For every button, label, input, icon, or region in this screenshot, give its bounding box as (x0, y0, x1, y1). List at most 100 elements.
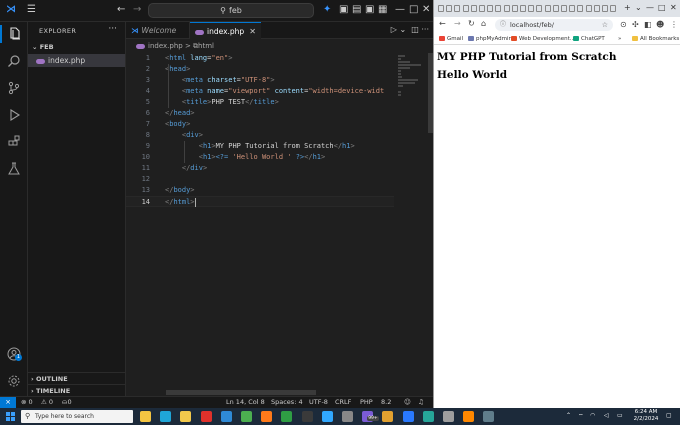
folder-feb[interactable]: ⌄ FEB (32, 43, 54, 51)
status-feedback-icon[interactable]: ☺ (404, 397, 411, 408)
taskbar-app-opera-icon[interactable] (200, 411, 212, 422)
taskbar-app-app-gold-icon[interactable] (382, 411, 394, 422)
toggle-sidebar-icon[interactable]: ▣ (339, 4, 348, 16)
tray-overflow-icon[interactable]: ⌃ (566, 412, 571, 419)
maximize-icon[interactable]: □ (658, 3, 666, 12)
start-button[interactable] (6, 412, 15, 421)
minimap[interactable] (394, 53, 430, 396)
browser-tab[interactable] (446, 5, 453, 12)
remote-indicator[interactable]: ⨯ (0, 397, 16, 408)
more-actions-icon[interactable]: ··· (421, 25, 429, 34)
close-icon[interactable]: ✕ (422, 4, 430, 16)
code-line[interactable]: 2<head> (126, 64, 394, 75)
battery-icon[interactable]: ▭ (617, 412, 623, 419)
breadcrumb[interactable]: index.php > ⧉html (136, 41, 214, 51)
code-line[interactable]: 6 </head> (126, 108, 394, 119)
close-icon[interactable]: ✕ (670, 3, 677, 12)
status-errors[interactable]: ⊗ 0 (21, 397, 33, 408)
status-cursor-position[interactable]: Ln 14, Col 8 (226, 397, 265, 408)
browser-tab[interactable] (569, 5, 576, 12)
taskbar-app-app-blue-icon[interactable] (402, 411, 414, 422)
taskbar-app-app-green-icon[interactable] (281, 411, 293, 422)
extensions-puzzle-icon[interactable]: ✣ (632, 20, 639, 29)
minimize-icon[interactable]: — (646, 3, 654, 12)
run-icon[interactable]: ▷ (391, 25, 397, 34)
status-warnings[interactable]: ⚠ 0 (41, 397, 53, 408)
profile-icon[interactable]: ☻ (656, 20, 664, 29)
browser-tab[interactable] (536, 5, 543, 12)
address-bar[interactable]: ⓘ localhost/feb/ ☆ (495, 19, 613, 31)
status-ports[interactable]: ⛀0 (62, 397, 72, 408)
browser-tab[interactable] (602, 5, 608, 12)
bookmark-gmail[interactable]: Gmail (439, 34, 463, 45)
horizontal-scrollbar[interactable] (166, 390, 316, 395)
browser-tab[interactable] (462, 5, 469, 12)
taskbar-app-settings-icon[interactable] (443, 411, 454, 422)
taskbar-app-photoshop-icon[interactable] (321, 411, 333, 422)
code-line[interactable]: 14 </html> (126, 196, 394, 207)
code-line[interactable]: 13 </body> (126, 185, 394, 196)
code-line[interactable]: 12 (126, 174, 394, 185)
browser-tab[interactable] (544, 5, 551, 12)
maximize-icon[interactable]: □ (409, 4, 418, 16)
status-language[interactable]: PHP (360, 397, 373, 408)
browser-tab[interactable] (495, 5, 502, 12)
tab-welcome[interactable]: ⋊ Welcome (126, 22, 190, 39)
taskbar-app-app-dark-icon[interactable] (301, 411, 313, 422)
site-info-icon[interactable]: ⓘ (500, 19, 506, 31)
side-panel-icon[interactable]: ◧ (644, 20, 652, 29)
taskbar-app-file-explorer-icon[interactable] (180, 411, 192, 422)
status-encoding[interactable]: UTF-8 (309, 397, 328, 408)
more-actions-icon[interactable]: ··· (108, 24, 117, 34)
new-tab-icon[interactable]: + (624, 3, 631, 12)
breadcrumb-file[interactable]: index.php (148, 42, 183, 50)
code-line[interactable]: 7 <body> (126, 119, 394, 130)
copilot-icon[interactable]: ✦ (323, 4, 331, 16)
browser-tab[interactable] (561, 5, 567, 12)
tab-index-php[interactable]: index.php ✕ (190, 22, 261, 39)
bookmark-phpmyadmin[interactable]: phpMyAdmin (468, 34, 512, 45)
code-line[interactable]: 4 <meta name="viewport" content="width=d… (126, 86, 394, 97)
back-button[interactable]: ← (117, 4, 125, 16)
browser-tab[interactable] (487, 5, 494, 12)
code-editor[interactable]: 1 <html lang="en">2<head>3 <meta charset=… (126, 53, 396, 233)
source-control-icon[interactable] (5, 79, 23, 97)
status-php-version[interactable]: 8.2 (381, 397, 391, 408)
taskbar-app-chrome-icon[interactable] (241, 411, 252, 422)
browser-tab[interactable] (593, 5, 600, 12)
forward-button[interactable]: → (454, 19, 461, 28)
notifications-icon[interactable]: ▢ (666, 412, 672, 419)
browser-tab[interactable] (503, 5, 510, 12)
bookmarks-overflow[interactable]: » (618, 34, 621, 45)
file-index-php[interactable]: index.php (28, 54, 125, 67)
code-line[interactable]: 5 <title>PHP TEST</title> (126, 97, 394, 108)
code-line[interactable]: 9 <h1>MY PHP Tutorial from Scratch</h1> (126, 141, 394, 152)
browser-tab[interactable] (520, 5, 526, 12)
bookmark-web-development[interactable]: Web Development... (511, 34, 575, 45)
bookmark-chatgpt[interactable]: ChatGPT (573, 34, 605, 45)
taskbar-app-firefox-icon[interactable] (261, 411, 273, 422)
explorer-icon[interactable] (0, 25, 28, 43)
browser-tab[interactable] (528, 5, 535, 12)
taskbar-app-vlc-icon[interactable] (463, 411, 475, 422)
network-icon[interactable]: ⌔ (578, 412, 584, 420)
browser-tab[interactable] (610, 5, 617, 12)
taskbar-app-app-teal-icon[interactable] (422, 411, 434, 422)
code-line[interactable]: 11 </div> (126, 163, 394, 174)
browser-tab[interactable] (585, 5, 592, 12)
status-indentation[interactable]: Spaces: 4 (271, 397, 303, 408)
status-eol[interactable]: CRLF (335, 397, 351, 408)
timeline-section[interactable]: › TIMELINE (28, 384, 125, 396)
tab-search-icon[interactable]: ⌄ (635, 3, 642, 12)
wifi-icon[interactable]: ◠ (590, 412, 595, 419)
browser-tab[interactable] (577, 5, 584, 12)
home-icon[interactable]: ⌂ (481, 19, 486, 28)
taskbar-app-app-gray-icon[interactable] (483, 411, 495, 422)
menu-icon[interactable]: ☰ (27, 4, 36, 16)
toggle-panel-icon[interactable]: ▤ (352, 4, 361, 16)
chevron-down-icon[interactable]: ⌄ (399, 25, 406, 34)
browser-tab[interactable] (552, 5, 559, 12)
code-line[interactable]: 10 <h1><?= 'Hello World ' ?></h1> (126, 152, 394, 163)
system-clock[interactable]: 6:24 AM 2/2/2024 (633, 409, 659, 423)
extensions-icon[interactable] (5, 133, 23, 151)
